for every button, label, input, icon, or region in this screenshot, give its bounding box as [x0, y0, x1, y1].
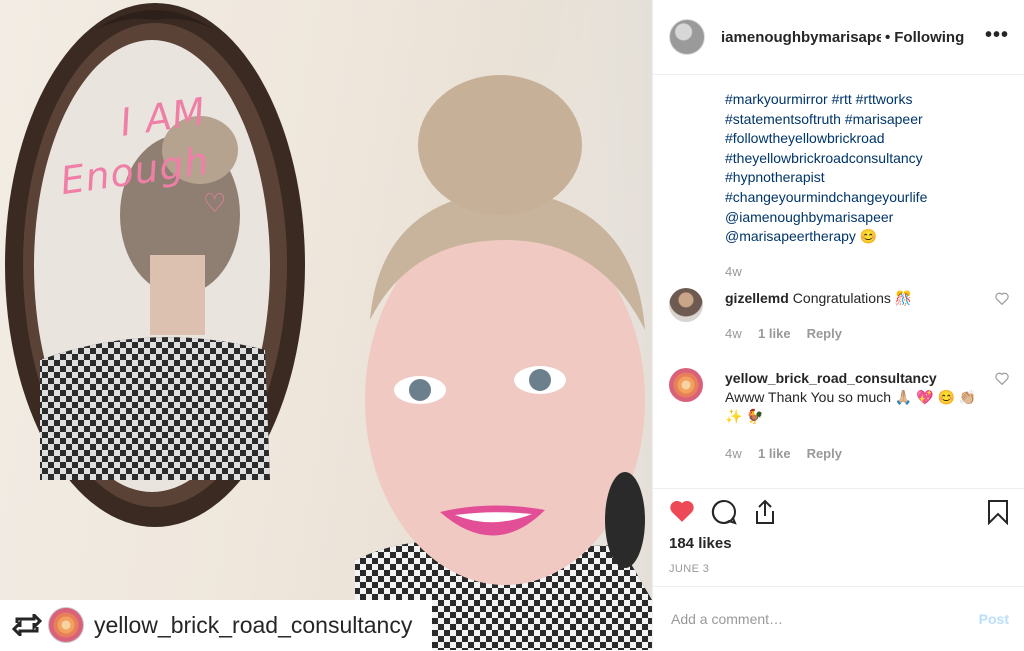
comment-item: gizellemd Congratulations 🎊 4w 1 like Rep…: [669, 288, 1009, 348]
comment-username[interactable]: gizellemd: [725, 290, 789, 306]
comment-bubble-icon[interactable]: [711, 499, 737, 530]
comment-likes[interactable]: 1 like: [758, 326, 791, 341]
add-comment-input[interactable]: [669, 610, 943, 628]
author-avatar[interactable]: [669, 19, 705, 55]
share-icon[interactable]: [753, 499, 777, 530]
comment-text: Congratulations 🎊: [792, 290, 913, 306]
following-button[interactable]: Following: [894, 29, 964, 46]
author-username[interactable]: iamenoughbymarisapeer: [721, 29, 881, 46]
comment-meta: 4w 1 like Reply: [725, 326, 842, 341]
likes-count[interactable]: 184 likes: [669, 535, 732, 552]
comment-time[interactable]: 4w: [725, 326, 742, 341]
post-panel: iamenoughbymarisapeer • Following ••• #m…: [652, 0, 1024, 650]
header-separator: •: [885, 28, 891, 46]
earring: [605, 472, 645, 568]
reflection-neck: [150, 255, 205, 335]
post-comment-button[interactable]: Post: [979, 611, 1009, 627]
like-heart-icon[interactable]: [669, 499, 695, 530]
mirror-text-line1: I AM: [117, 89, 209, 145]
add-comment-bar: Post: [653, 586, 1024, 651]
comment-likes[interactable]: 1 like: [758, 446, 791, 461]
post-actions: 184 likes JUNE 3: [653, 488, 1024, 575]
action-row: [669, 499, 777, 530]
caption-line[interactable]: #markyourmirror #rtt #rttworks: [725, 90, 1005, 110]
repost-avatar: [48, 607, 84, 643]
comment-avatar[interactable]: [669, 288, 703, 322]
caption-line[interactable]: #changeyourmindchangeyourlife: [725, 188, 1005, 208]
comment-body: gizellemd Congratulations 🎊: [725, 289, 981, 308]
caption-timestamp[interactable]: 4w: [725, 264, 742, 279]
comment-item: yellow_brick_road_consultancy Awww Thank…: [669, 368, 1009, 468]
caption-line[interactable]: @marisapeertherapy 😊: [725, 227, 1005, 247]
comment-like-icon[interactable]: [995, 292, 1009, 310]
repost-icon: [10, 613, 44, 637]
caption-line[interactable]: #hypnotherapist: [725, 168, 1005, 188]
photo-scene: [5, 3, 652, 650]
caption-line[interactable]: #statementsoftruth #marisapeer: [725, 110, 1005, 130]
more-options-icon[interactable]: •••: [985, 24, 1009, 47]
post-header: iamenoughbymarisapeer • Following •••: [653, 0, 1024, 75]
repost-bar: yellow_brick_road_consultancy: [0, 600, 432, 650]
comment-meta: 4w 1 like Reply: [725, 446, 842, 461]
caption-line[interactable]: @iamenoughbymarisapeer: [725, 208, 1005, 228]
comment-avatar[interactable]: [669, 368, 703, 402]
comment-time[interactable]: 4w: [725, 446, 742, 461]
post-caption: #markyourmirror #rtt #rttworks #statemen…: [725, 90, 1005, 247]
hair-bun: [418, 75, 582, 215]
post-photo[interactable]: I AM Enough ♡ yellow_brick_road_consulta…: [0, 0, 652, 650]
caption-line[interactable]: #followtheyellowbrickroad: [725, 129, 1005, 149]
save-bookmark-icon[interactable]: [987, 499, 1009, 530]
reply-button[interactable]: Reply: [807, 326, 842, 341]
comment-text: Awww Thank You so much 🙏🏼 💖 😊 👏🏼 ✨ 🐓: [725, 389, 977, 424]
caption-line[interactable]: #theyellowbrickroadconsultancy: [725, 149, 1005, 169]
heart-doodle-icon: ♡: [203, 188, 227, 218]
reply-button[interactable]: Reply: [807, 446, 842, 461]
comment-username[interactable]: yellow_brick_road_consultancy: [725, 370, 937, 386]
comment-body: yellow_brick_road_consultancy Awww Thank…: [725, 369, 981, 426]
post-date: JUNE 3: [669, 563, 710, 575]
repost-username: yellow_brick_road_consultancy: [94, 611, 413, 638]
comment-like-icon[interactable]: [995, 372, 1009, 390]
